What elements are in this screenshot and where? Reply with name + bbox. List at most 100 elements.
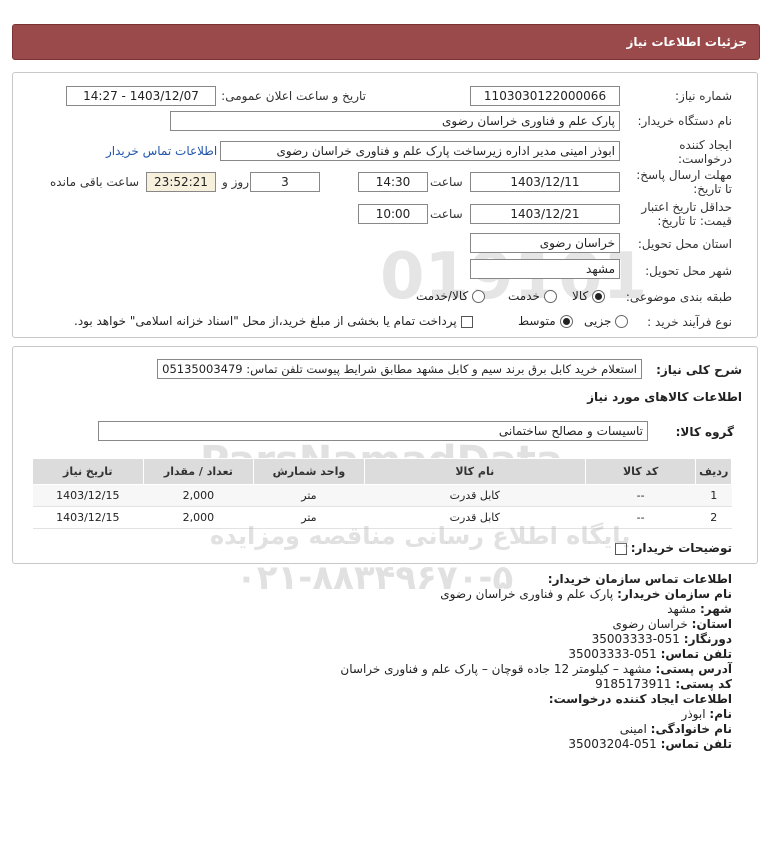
col-unit-header: واحد شمارش: [253, 458, 365, 485]
contact-phone-label: تلفن تماس:: [660, 647, 732, 661]
contact-fax-value: 051-35003333: [591, 632, 680, 646]
need-number-field: 1103030122000066: [470, 86, 620, 106]
col-row-header: ردیف: [695, 458, 732, 485]
cell-unit: متر: [253, 484, 365, 507]
cell-date: 1403/12/15: [32, 506, 144, 529]
remaining-word: ساعت باقی مانده: [50, 175, 140, 189]
radio-selected-icon[interactable]: [592, 290, 606, 303]
category-label: طبقه بندی موضوعی:: [625, 290, 732, 304]
contact-address-label: آدرس پستی:: [655, 662, 732, 676]
validity-label-2: قیمت: تا تاریخ:: [657, 214, 732, 228]
validity-label-1: حداقل تاریخ اعتبار: [641, 200, 732, 214]
payment-note: پرداخت تمام یا بخشی از مبلغ خرید،از محل …: [74, 314, 457, 328]
category-option-service-label: خدمت: [508, 289, 540, 303]
process-label: نوع فرآیند خرید :: [647, 315, 732, 329]
cell-date: 1403/12/15: [32, 484, 144, 507]
col-name-header: نام کالا: [363, 458, 586, 485]
radio-icon[interactable]: [472, 290, 486, 303]
payment-checkbox[interactable]: [460, 315, 473, 328]
table-row: 1 -- کابل قدرت متر 2,000 1403/12/15: [32, 484, 732, 507]
cell-row: 2: [695, 506, 732, 529]
contact-phone-value: 051-35003333: [568, 647, 657, 661]
need-number-label: شماره نیاز:: [675, 89, 732, 103]
contact-postal: کد پستی: 9185173911: [595, 677, 732, 691]
validity-time-word: ساعت: [430, 207, 463, 221]
buyer-label: نام دستگاه خریدار:: [637, 114, 733, 128]
creator-phone: تلفن تماس: 051-35003204: [568, 737, 732, 751]
deadline-time-field: 14:30: [358, 172, 428, 192]
cell-code: --: [585, 484, 696, 507]
remaining-time-field: 23:52:21: [146, 172, 216, 192]
process-option-minor[interactable]: جزیی: [584, 314, 629, 328]
goods-table: ردیف کد کالا نام کالا واحد شمارش تعداد /…: [32, 458, 732, 529]
contact-address-value: مشهد – کیلومتر 12 جاده قوچان – پارک علم …: [340, 662, 652, 676]
cell-qty: 2,000: [143, 484, 254, 507]
validity-time-field: 10:00: [358, 204, 428, 224]
creator-label-1: ایجاد کننده: [679, 138, 732, 152]
buyer-notes-label: توضیحات خریدار:: [630, 541, 732, 555]
category-option-both[interactable]: کالا/خدمت: [416, 289, 486, 303]
payment-checkbox-row[interactable]: پرداخت تمام یا بخشی از مبلغ خرید،از محل …: [74, 314, 473, 328]
category-option-goods[interactable]: کالا: [572, 289, 606, 303]
process-option-medium[interactable]: متوسط: [518, 314, 573, 328]
radio-icon[interactable]: [615, 315, 629, 328]
creator-family-label: نام خانوادگی:: [650, 722, 732, 736]
goods-info-title: اطلاعات کالاهای مورد نیاز: [587, 390, 742, 404]
table-row: 2 -- کابل قدرت متر 2,000 1403/12/15: [32, 506, 732, 529]
cell-name: کابل قدرت: [364, 506, 586, 529]
category-option-service[interactable]: خدمت: [508, 289, 557, 303]
table-header-row: ردیف کد کالا نام کالا واحد شمارش تعداد /…: [32, 458, 732, 485]
days-word: روز و: [222, 175, 249, 189]
buyer-field: پارک علم و فناوری خراسان رضوی: [170, 111, 620, 131]
contact-phone: تلفن تماس: 051-35003333: [568, 647, 732, 661]
contact-fax: دورنگار: 051-35003333: [592, 632, 732, 646]
validity-date-field: 1403/12/21: [470, 204, 620, 224]
radio-icon[interactable]: [543, 290, 557, 303]
cell-unit: متر: [253, 506, 365, 529]
contact-org-value: پارک علم و فناوری خراسان رضوی: [440, 587, 614, 601]
creator-name: نام: ابوذر: [682, 707, 732, 721]
contact-province-label: استان:: [691, 617, 732, 631]
days-field: 3: [250, 172, 320, 192]
province-field: خراسان رضوی: [470, 233, 620, 253]
contact-fax-label: دورنگار:: [683, 632, 732, 646]
group-field: تاسیسات و مصالح ساختمانی: [98, 421, 648, 441]
contact-postal-value: 9185173911: [595, 677, 672, 691]
contact-org: نام سازمان خریدار: پارک علم و فناوری خرا…: [440, 587, 732, 601]
page-header: جزئیات اطلاعات نیاز: [12, 24, 760, 60]
deadline-label-1: مهلت ارسال پاسخ:: [636, 168, 732, 182]
deadline-label-2: تا تاریخ:: [693, 182, 732, 196]
buyer-notes-checkbox[interactable]: [614, 542, 627, 555]
process-option-minor-label: جزیی: [584, 314, 612, 328]
creator-info-title: اطلاعات ایجاد کننده درخواست:: [548, 692, 732, 706]
col-code-header: کد کالا: [584, 458, 697, 485]
col-qty-header: تعداد / مقدار: [142, 458, 255, 485]
deadline-time-word: ساعت: [430, 175, 463, 189]
contact-title: اطلاعات تماس سازمان خریدار:: [547, 572, 732, 586]
category-option-both-label: کالا/خدمت: [416, 289, 469, 303]
contact-city: شهر: مشهد: [667, 602, 732, 616]
contact-org-label: نام سازمان خریدار:: [617, 587, 732, 601]
city-field: مشهد: [470, 259, 620, 279]
desc-field: استعلام خرید کابل برق برند سیم و کابل مش…: [157, 359, 642, 379]
creator-family: نام خانوادگی: امینی: [620, 722, 732, 736]
deadline-date-field: 1403/12/11: [470, 172, 620, 192]
creator-field: ابوذر امینی مدیر اداره زیرساخت پارک علم …: [220, 141, 620, 161]
cell-qty: 2,000: [143, 506, 254, 529]
contact-city-value: مشهد: [667, 602, 697, 616]
page-title: جزئیات اطلاعات نیاز: [626, 35, 747, 49]
contact-city-label: شهر:: [700, 602, 732, 616]
creator-label-2: درخواست:: [678, 152, 732, 166]
creator-name-label: نام:: [709, 707, 732, 721]
creator-name-value: ابوذر: [681, 707, 706, 721]
radio-selected-icon[interactable]: [559, 315, 573, 328]
buyer-contact-link[interactable]: اطلاعات تماس خریدار: [106, 144, 217, 158]
category-option-goods-label: کالا: [572, 289, 589, 303]
contact-province-value: خراسان رضوی: [612, 617, 688, 631]
creator-family-value: امینی: [619, 722, 647, 736]
contact-postal-label: کد پستی:: [675, 677, 732, 691]
buyer-notes-row[interactable]: توضیحات خریدار:: [614, 541, 732, 555]
creator-phone-label: تلفن تماس:: [660, 737, 732, 751]
announce-label: تاریخ و ساعت اعلان عمومی:: [221, 89, 366, 103]
contact-address: آدرس پستی: مشهد – کیلومتر 12 جاده قوچان …: [340, 662, 732, 676]
